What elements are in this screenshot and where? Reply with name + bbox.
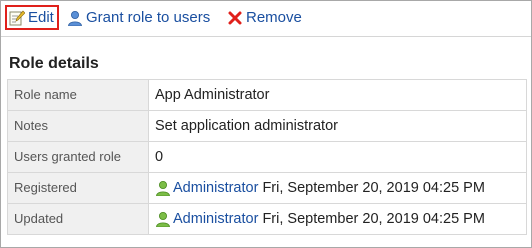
user-icon	[155, 180, 171, 197]
role-name-value: App Administrator	[148, 79, 527, 111]
updated-user-link[interactable]: Administrator	[173, 211, 258, 227]
registered-label: Registered	[7, 172, 149, 204]
role-details-table: Role name App Administrator Notes Set ap…	[7, 79, 527, 235]
table-row: Updated Administrator Fri, September 20,…	[7, 203, 527, 235]
table-row: Registered Administrator Fri, September …	[7, 172, 527, 204]
notes-value: Set application administrator	[148, 110, 527, 142]
registered-user-link[interactable]: Administrator	[173, 180, 258, 196]
grant-role-label: Grant role to users	[86, 9, 211, 26]
user-icon	[155, 211, 171, 228]
notes-label: Notes	[7, 110, 149, 142]
updated-date: Fri, September 20, 2019 04:25 PM	[262, 211, 485, 227]
remove-label: Remove	[246, 9, 302, 26]
toolbar: Edit Grant role to users Remove	[1, 1, 531, 37]
edit-label: Edit	[28, 9, 54, 26]
user-icon	[67, 10, 83, 26]
table-row: Users granted role 0	[7, 141, 527, 173]
remove-x-icon	[227, 10, 243, 26]
users-granted-label: Users granted role	[7, 141, 149, 173]
updated-value: Administrator Fri, September 20, 2019 04…	[148, 203, 527, 235]
section-title: Role details	[9, 55, 99, 72]
users-granted-value: 0	[148, 141, 527, 173]
edit-icon	[9, 10, 26, 26]
remove-button[interactable]: Remove	[227, 5, 302, 30]
grant-role-button[interactable]: Grant role to users	[67, 5, 210, 30]
role-name-label: Role name	[7, 79, 149, 111]
registered-date: Fri, September 20, 2019 04:25 PM	[262, 180, 485, 196]
role-details-panel: Edit Grant role to users Remove Role det…	[0, 0, 532, 248]
table-row: Notes Set application administrator	[7, 110, 527, 142]
table-row: Role name App Administrator	[7, 79, 527, 111]
registered-value: Administrator Fri, September 20, 2019 04…	[148, 172, 527, 204]
edit-button[interactable]: Edit	[5, 5, 59, 30]
updated-label: Updated	[7, 203, 149, 235]
